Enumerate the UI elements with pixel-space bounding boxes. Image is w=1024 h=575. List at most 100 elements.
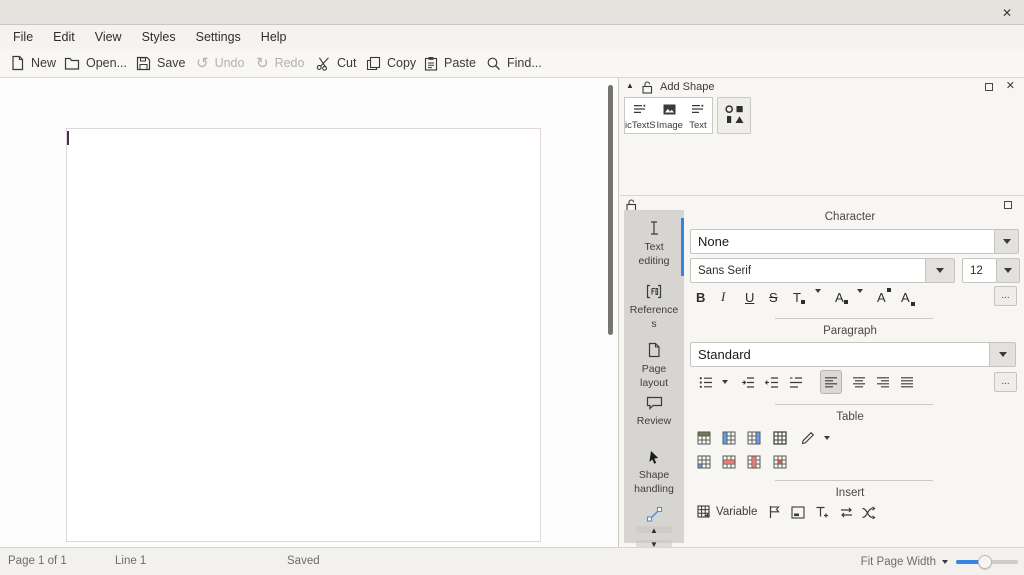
delete-table-button[interactable]: [770, 451, 790, 473]
search-icon: [486, 56, 501, 71]
undock-panel-icon[interactable]: [985, 83, 993, 91]
image-shape-button[interactable]: Image: [656, 98, 684, 133]
zoom-slider-thumb[interactable]: [978, 555, 992, 569]
list-button[interactable]: [696, 371, 716, 393]
undo-button[interactable]: ↺ Undo: [196, 49, 244, 77]
character-style-dropdown-button[interactable]: [995, 229, 1019, 254]
color-dot-icon: [844, 300, 848, 304]
close-panel-icon[interactable]: ✕: [1006, 79, 1015, 92]
tab-shape-handling[interactable]: Shape handling: [624, 448, 684, 497]
highlight-color-button[interactable]: A: [835, 286, 844, 308]
paragraph-more-button[interactable]: ...: [994, 372, 1017, 392]
first-line-indent-button[interactable]: [786, 371, 806, 393]
align-justify-button[interactable]: [897, 371, 917, 393]
redo-button[interactable]: ↻ Redo: [256, 49, 304, 77]
align-right-button[interactable]: [873, 371, 893, 393]
highlight-dropdown-icon[interactable]: [857, 293, 863, 308]
menu-file[interactable]: File: [3, 26, 43, 48]
paragraph-style-dropdown-button[interactable]: [990, 342, 1016, 367]
copy-button[interactable]: Copy: [366, 49, 416, 77]
font-size-dropdown-button[interactable]: [997, 258, 1020, 283]
strikethrough-button[interactable]: S: [769, 286, 778, 308]
save-button[interactable]: Save: [136, 49, 186, 77]
new-button[interactable]: New: [10, 49, 56, 77]
menu-styles[interactable]: Styles: [132, 26, 186, 48]
tab-page-layout[interactable]: Page layout: [624, 340, 684, 391]
document-canvas[interactable]: [0, 78, 619, 547]
menubar: File Edit View Styles Settings Help: [0, 25, 1024, 49]
increase-indent-button[interactable]: [738, 371, 758, 393]
insert-column-after-button[interactable]: [744, 427, 764, 449]
swap-arrows-icon[interactable]: [836, 501, 856, 523]
page-icon: [647, 342, 661, 361]
cut-button[interactable]: Cut: [316, 49, 356, 77]
subscript-button[interactable]: A: [901, 286, 910, 308]
font-name-value: Sans Serif: [698, 265, 751, 277]
document-page[interactable]: [66, 128, 541, 542]
character-style-combobox[interactable]: None: [690, 229, 995, 254]
align-center-button[interactable]: [849, 371, 869, 393]
font-color-dropdown-icon[interactable]: [815, 293, 821, 308]
font-size-field[interactable]: 12: [962, 258, 997, 283]
insert-row-above-button[interactable]: [694, 451, 714, 473]
basic-shapes-button[interactable]: [717, 97, 751, 134]
delete-row-button[interactable]: [719, 451, 739, 473]
tab-lines[interactable]: [624, 504, 684, 528]
add-shape-panel-header: ▲ Add Shape ✕: [620, 78, 1024, 98]
section-divider: [775, 404, 933, 405]
save-floppy-icon: [136, 56, 151, 71]
insert-table-button[interactable]: [694, 427, 714, 449]
document-scrollbar[interactable]: [608, 85, 613, 335]
character-section-title: Character: [686, 211, 1014, 223]
insert-text-field-icon[interactable]: [812, 501, 832, 523]
menu-view[interactable]: View: [85, 26, 132, 48]
tab-references[interactable]: Reference s: [624, 282, 684, 332]
zoom-mode-dropdown[interactable]: Fit Page Width: [861, 556, 948, 568]
line-indicator: Line 1: [115, 555, 146, 567]
collapse-panel-icon[interactable]: ▲: [626, 81, 634, 90]
delete-column-button[interactable]: [744, 451, 764, 473]
decrease-indent-button[interactable]: [762, 371, 782, 393]
branch-arrows-icon[interactable]: [858, 501, 878, 523]
image-icon: [663, 104, 676, 118]
dynamic-text-shape-button[interactable]: icTextS: [625, 98, 656, 133]
table-draw-pen-button[interactable]: [798, 427, 818, 449]
add-shape-panel: ▲ Add Shape ✕ icTextS Image Text: [620, 78, 1024, 196]
tab-text-editing[interactable]: Text editing: [624, 218, 684, 276]
bookmark-flag-icon[interactable]: [764, 501, 784, 523]
character-more-button[interactable]: ...: [994, 286, 1017, 306]
underline-button[interactable]: U: [745, 286, 754, 308]
open-button[interactable]: Open...: [64, 49, 127, 77]
find-button[interactable]: Find...: [486, 49, 542, 77]
menu-settings[interactable]: Settings: [186, 26, 251, 48]
window-close-button[interactable]: ✕: [998, 4, 1016, 22]
insert-table-grid-button[interactable]: [694, 501, 714, 523]
align-left-button[interactable]: [821, 371, 841, 393]
paste-button[interactable]: Paste: [424, 49, 476, 77]
superscript-button[interactable]: A: [877, 286, 886, 308]
font-name-combobox[interactable]: Sans Serif: [690, 258, 926, 283]
tab-review[interactable]: Review: [624, 394, 684, 429]
paragraph-style-combobox[interactable]: Standard: [690, 342, 990, 367]
tab-label: Review: [637, 415, 671, 427]
menu-help[interactable]: Help: [251, 26, 297, 48]
shape-button-group: icTextS Image Text: [624, 97, 713, 134]
insert-frame-icon[interactable]: [788, 501, 808, 523]
zoom-slider[interactable]: [956, 555, 1018, 569]
insert-variable-button[interactable]: Variable: [716, 501, 757, 523]
bold-button[interactable]: B: [696, 286, 705, 308]
properties-panel: Text editing Reference s Page layout Rev…: [620, 197, 1024, 543]
font-color-button[interactable]: T: [793, 286, 801, 308]
insert-row-below-button[interactable]: [770, 427, 790, 449]
chevron-down-icon: [857, 289, 863, 308]
italic-button[interactable]: I: [721, 286, 725, 308]
insert-column-before-button[interactable]: [719, 427, 739, 449]
list-dropdown-icon[interactable]: [718, 371, 732, 393]
font-name-dropdown-button[interactable]: [926, 258, 955, 283]
tabstrip-scroll-up-icon[interactable]: ▲: [624, 526, 684, 535]
table-pen-dropdown-icon[interactable]: [820, 427, 834, 449]
zoom-mode-label: Fit Page Width: [861, 556, 936, 568]
menu-edit[interactable]: Edit: [43, 26, 85, 48]
text-shape-button[interactable]: Text: [684, 98, 712, 133]
paragraph-style-value: Standard: [698, 347, 751, 362]
